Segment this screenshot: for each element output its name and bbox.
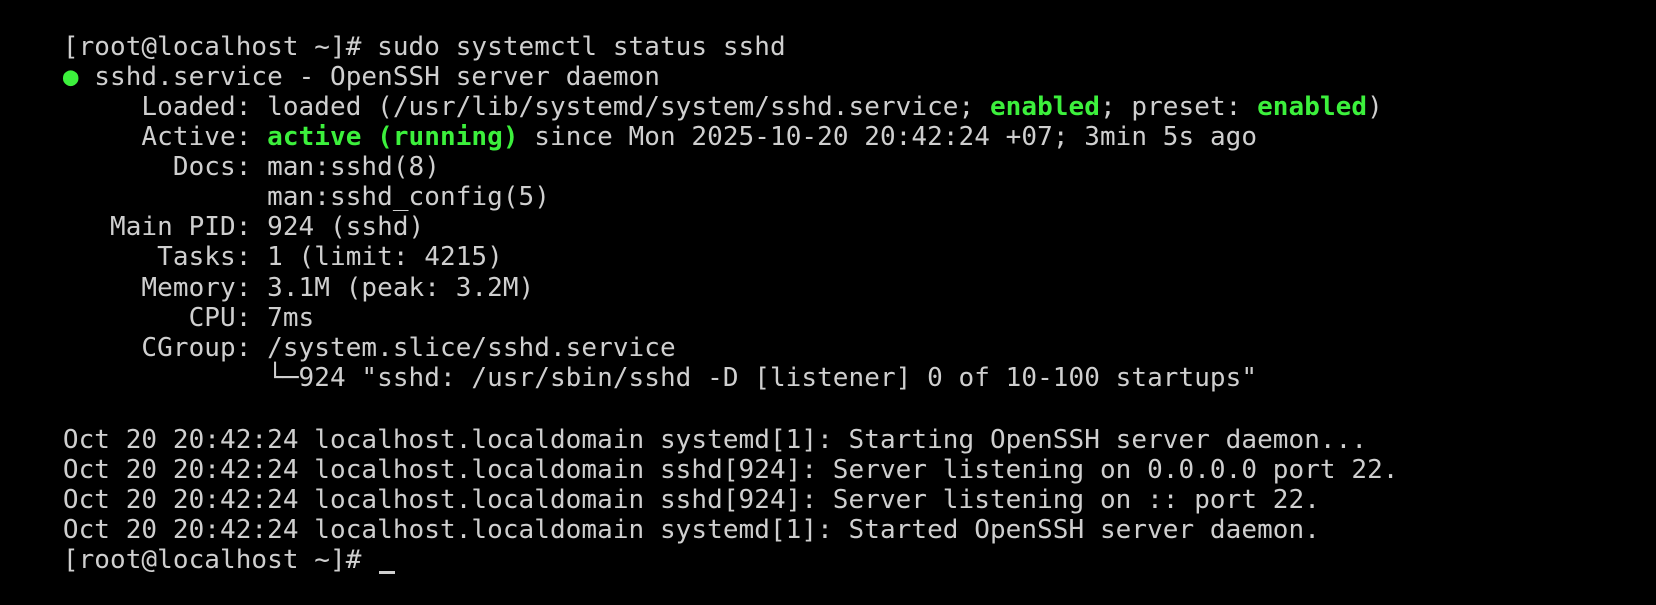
log-line: Oct 20 20:42:24 localhost.localdomain ss… (0, 455, 1320, 515)
docs-line-1: Docs: man:sshd(8) (0, 122, 440, 182)
log-line: Oct 20 20:42:24 localhost.localdomain ss… (0, 425, 1399, 485)
terminal-screen[interactable]: [root@localhost ~]# sudo systemctl statu… (0, 0, 1656, 575)
main-pid-line: Main PID: 924 (sshd) (0, 182, 424, 242)
log-line: Oct 20 20:42:24 localhost.localdomain sy… (0, 395, 1367, 455)
final-prompt-line[interactable]: [root@localhost ~]# (0, 515, 396, 575)
memory-line: Memory: 3.1M (peak: 3.2M) (0, 243, 534, 303)
unit-title-line: ● sshd.service - OpenSSH server daemon (0, 32, 660, 92)
tasks-line: Tasks: 1 (limit: 4215) (0, 212, 503, 272)
active-since: since Mon 2025-10-20 20:42:24 +07; 3min … (518, 122, 1258, 152)
command-line: [root@localhost ~]# sudo systemctl statu… (0, 2, 786, 62)
cgroup-line: CGroup: /system.slice/sshd.service (0, 303, 676, 363)
cgroup-child-text: └─924 "sshd: /usr/sbin/sshd -D [listener… (62, 363, 1258, 393)
cpu-line: CPU: 7ms (0, 273, 315, 333)
log-line: Oct 20 20:42:24 localhost.localdomain sy… (0, 485, 1320, 545)
active-line: Active: active (running) since Mon 2025-… (0, 92, 1257, 152)
cgroup-child-line: └─924 "sshd: /usr/sbin/sshd -D [listener… (0, 333, 1257, 393)
loaded-suffix: ) (1367, 92, 1383, 122)
loaded-preset: enabled (1257, 92, 1368, 122)
docs-line-2: man:sshd_config(5) (0, 152, 550, 212)
prompt-text: [root@localhost ~]# (62, 545, 362, 575)
loaded-line: Loaded: loaded (/usr/lib/systemd/system/… (0, 62, 1383, 122)
